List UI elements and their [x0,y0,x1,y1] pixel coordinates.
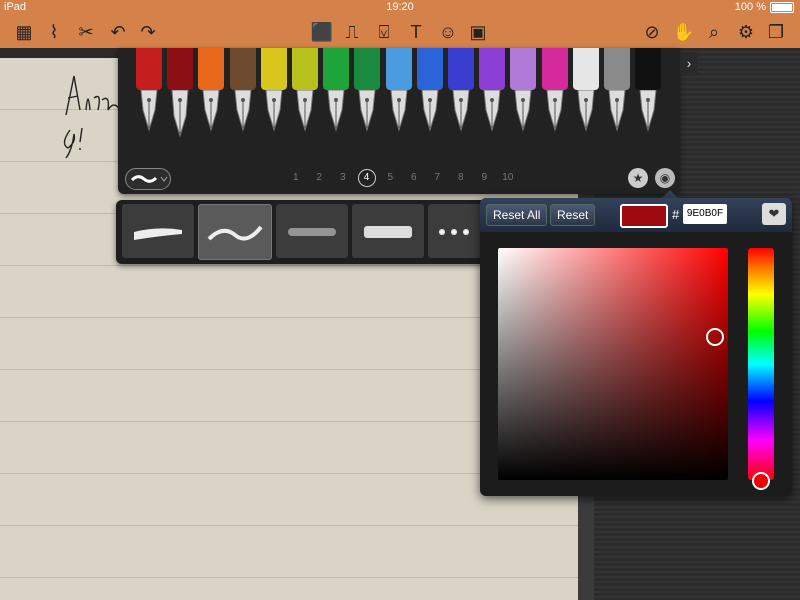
pen-6[interactable] [292,48,318,143]
page-number[interactable]: 8 [449,172,473,187]
status-bar: iPad 19:20 100 % [0,0,800,16]
pen-8[interactable] [354,48,381,143]
emoji-icon[interactable]: ☺ [436,20,460,44]
favorites-star-icon[interactable]: ★ [628,168,648,188]
page-number[interactable]: 3 [331,172,355,187]
image-icon[interactable]: ▣ [466,20,490,44]
pages-icon[interactable]: ❐ [764,20,788,44]
page-number[interactable]: 5 [379,172,403,187]
page-number[interactable]: 10 [496,172,520,187]
pen-9[interactable] [385,48,412,143]
scissors-icon[interactable]: ✂ [74,20,98,44]
clock: 19:20 [386,1,414,13]
pen-17[interactable] [635,48,662,143]
stroke-style-selector[interactable] [125,168,171,190]
page-number[interactable]: 2 [308,172,332,187]
stroke-dotted-button[interactable] [428,204,482,258]
page-number[interactable]: 7 [426,172,450,187]
stroke-pencil-button[interactable] [276,204,348,258]
picker-header: Reset All Reset # 9E0B0F ❤ [480,198,792,232]
battery-icon [770,1,794,13]
compass-icon[interactable]: ⊘ [640,20,664,44]
search-icon[interactable]: ⌕ [702,20,726,44]
color-picker: Reset All Reset # 9E0B0F ❤ [480,198,792,496]
page-selector: 1 2 3 4 5 6 7 8 9 10 [284,169,520,187]
pen-12[interactable] [479,48,506,143]
redo-icon[interactable]: ↷ [136,20,160,44]
current-color-swatch [620,204,668,228]
pen-10[interactable] [416,48,443,143]
battery-status: 100 % [735,1,794,13]
page-number[interactable]: 9 [473,172,497,187]
broom-icon[interactable]: ⌇ [42,20,66,44]
pen-14[interactable] [541,48,568,143]
stroke-wave-button[interactable] [198,204,272,260]
gear-icon[interactable]: ⚙ [734,20,758,44]
saturation-value-area[interactable] [498,248,728,480]
tray-next-arrow[interactable]: › [680,52,698,74]
toolbar: ▦ ⌇ ✂ ↶ ↷ ⬛ ⎍ ⍌ T ☺ ▣ ⊘ ✋ ⌕ ⚙ ❐ [0,16,800,48]
favorite-heart-icon[interactable]: ❤ [762,203,786,225]
stroke-wave-icon [130,175,168,183]
pen-15[interactable] [572,48,599,143]
pen-11[interactable] [448,48,474,143]
page-number[interactable]: 6 [402,172,426,187]
page-number[interactable]: 4 [357,169,376,187]
hand-icon[interactable]: ✋ [672,20,696,44]
hue-slider[interactable] [748,248,774,480]
reset-button[interactable]: Reset [550,204,596,226]
highlighter-icon[interactable]: ⎍ [340,20,364,44]
stroke-style-bar [116,200,486,264]
text-icon[interactable]: T [404,20,428,44]
marker-icon[interactable]: ⍌ [372,20,396,44]
stroke-brush-button[interactable] [122,204,194,258]
pen-16[interactable] [604,48,630,143]
pen-4[interactable] [229,48,256,143]
undo-icon[interactable]: ↶ [106,20,130,44]
pen-3[interactable] [198,48,225,143]
picker-caret [662,190,678,198]
palette-icon[interactable]: ◉ [655,168,675,188]
hex-hash: # [672,207,680,222]
reset-all-button[interactable]: Reset All [486,204,548,226]
page-number[interactable]: 1 [284,172,308,187]
hex-input[interactable]: 9E0B0F [683,204,727,224]
pen-13[interactable] [510,48,537,143]
pen-2[interactable] [167,48,194,143]
stroke-marker-button[interactable] [352,204,424,258]
battery-percent: 100 % [734,1,766,13]
pen-5[interactable] [260,48,287,143]
pen-1[interactable] [136,48,162,143]
tray-footer: 1 2 3 4 5 6 7 8 9 10 ★ ◉ [118,164,680,194]
hue-cursor[interactable] [752,472,770,490]
grid-icon[interactable]: ▦ [12,20,36,44]
pen-7[interactable] [323,48,350,143]
sv-cursor[interactable] [706,328,724,346]
pen-icon[interactable]: ⬛ [310,20,334,44]
